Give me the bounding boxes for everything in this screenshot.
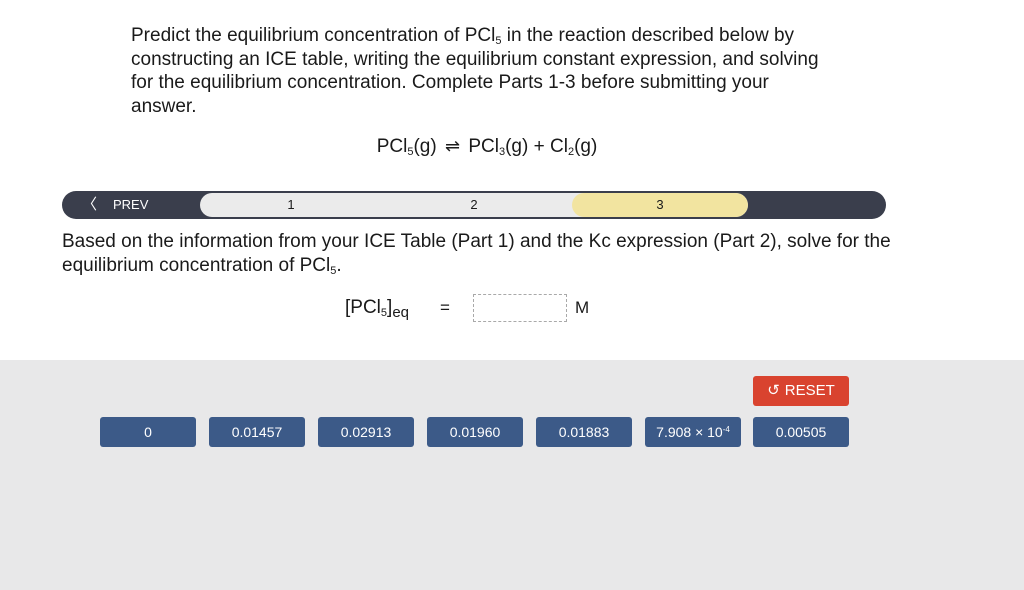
question-period: . (336, 255, 342, 276)
question-text: Based on the information from your ICE T… (62, 231, 891, 276)
answer-tile[interactable]: 0.01960 (427, 417, 523, 447)
reset-label: RESET (784, 382, 835, 399)
product1-formula: PCl (468, 136, 499, 157)
step-2[interactable]: 2 (382, 193, 566, 217)
product1-state: (g) (505, 136, 529, 157)
reset-button[interactable]: ↺ RESET (753, 376, 849, 406)
answer-tile-scientific[interactable]: 7.908 × 10-4 (645, 417, 741, 447)
answer-tile[interactable]: 0.01883 (536, 417, 632, 447)
chevron-left-icon: 〈 (82, 196, 98, 213)
answer-tile[interactable]: 0.02913 (318, 417, 414, 447)
reactant-state: (g) (413, 136, 437, 157)
tile-exponent: -4 (722, 425, 730, 434)
step-3-active[interactable]: 3 (572, 193, 748, 217)
answer-label-open: [PCl (345, 297, 381, 318)
reactant-formula: PCl (376, 136, 408, 157)
answer-label: [PCl5]eq (345, 297, 409, 321)
reaction-equation: PCl5(g) ⇌ PCl3(g) + Cl2(g) (0, 136, 974, 158)
equals-sign: = (440, 298, 450, 317)
plus-sign: + (533, 136, 545, 157)
part-stepper: 〈 PREV 1 2 3 (62, 191, 886, 219)
prompt-text: Predict the equilibrium concentration of… (131, 25, 496, 46)
answer-label-eq: eq (392, 304, 409, 321)
answer-drop-zone[interactable] (473, 294, 567, 322)
part-question: Based on the information from your ICE T… (62, 230, 892, 278)
answer-tile[interactable]: 0.01457 (209, 417, 305, 447)
product2-formula: Cl (549, 136, 568, 157)
answer-tile[interactable]: 0.00505 (753, 417, 849, 447)
undo-icon: ↺ (767, 382, 780, 399)
prev-label: PREV (113, 197, 149, 212)
product2-state: (g) (574, 136, 598, 157)
equilibrium-arrow-icon: ⇌ (444, 136, 461, 156)
tile-mantissa: 7.908 × 10 (656, 424, 723, 440)
step-track: 1 2 3 (200, 193, 748, 217)
answer-tile[interactable]: 0 (100, 417, 196, 447)
step-1[interactable]: 1 (200, 193, 382, 217)
question-prompt: Predict the equilibrium concentration of… (131, 24, 831, 118)
answer-tile-tray: ↺ RESET 0 0.01457 0.02913 0.01960 0.01883… (0, 360, 1024, 590)
prev-button[interactable]: 〈 PREV (62, 191, 200, 219)
unit-label: M (575, 298, 590, 317)
